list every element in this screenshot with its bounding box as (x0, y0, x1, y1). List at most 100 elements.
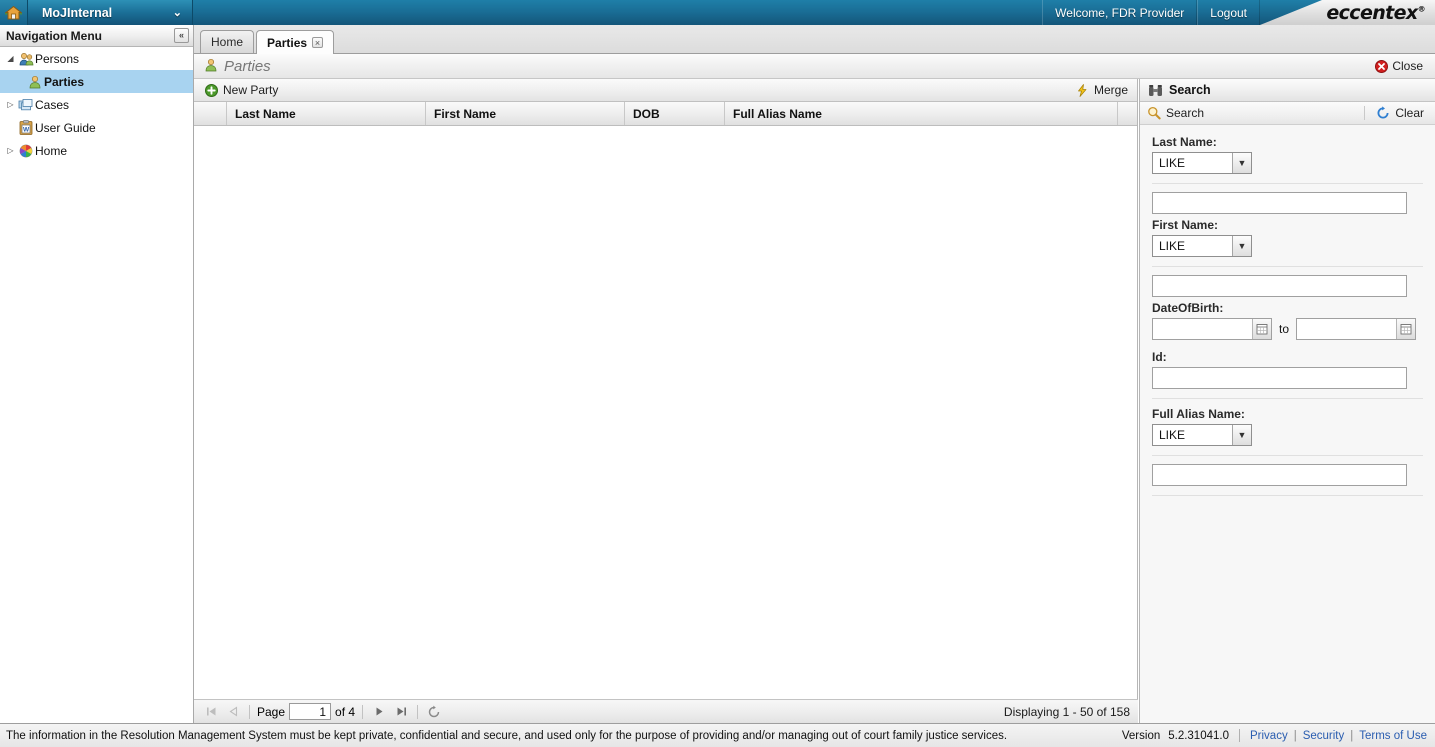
last-name-operator-select[interactable]: LIKE ▼ (1152, 152, 1252, 174)
new-party-button[interactable]: New Party (202, 83, 281, 97)
divider (1364, 106, 1366, 120)
last-page-icon (397, 707, 406, 716)
first-page-button[interactable] (202, 703, 220, 721)
close-button-label: Close (1392, 59, 1423, 73)
separator: | (1350, 729, 1354, 742)
column-header-select[interactable] (194, 102, 227, 125)
divider (1152, 495, 1423, 496)
sidebar-item-user-guide[interactable]: W User Guide (0, 116, 193, 139)
tab-label: Parties (267, 35, 308, 50)
last-name-input[interactable] (1152, 192, 1407, 214)
calendar-icon[interactable] (1396, 319, 1416, 339)
column-header-last-name[interactable]: Last Name (227, 102, 426, 125)
prev-page-icon (229, 706, 237, 717)
search-button-label: Search (1166, 106, 1205, 120)
privacy-link[interactable]: Privacy (1250, 730, 1288, 742)
tab-home[interactable]: Home (200, 30, 255, 53)
next-page-button[interactable] (370, 703, 388, 721)
column-header-full-alias-name[interactable]: Full Alias Name (725, 102, 1118, 125)
last-name-operator-value: LIKE (1159, 156, 1186, 170)
column-header-dob[interactable]: DOB (625, 102, 725, 125)
security-link[interactable]: Security (1303, 730, 1345, 742)
column-header-label: First Name (434, 106, 497, 121)
registered-mark: ® (1417, 4, 1426, 14)
expand-twisty-icon[interactable]: ▷ (4, 100, 17, 109)
sidebar-item-label: Cases (35, 97, 70, 112)
search-panel: Search Search Clear Last Name: LIKE ▼ Fi… (1139, 79, 1435, 723)
id-label: Id: (1152, 350, 1167, 364)
search-panel-title: Search (1169, 83, 1211, 97)
search-panel-header: Search (1140, 79, 1435, 102)
logout-link[interactable]: Logout (1197, 0, 1260, 25)
welcome-label: Welcome, FDR Provider (1042, 0, 1198, 25)
navigation-menu-header: Navigation Menu « (0, 25, 193, 47)
divider (249, 704, 250, 719)
calendar-icon[interactable] (1252, 319, 1271, 339)
chevron-down-icon: ▼ (1232, 425, 1251, 445)
prev-page-button[interactable] (224, 703, 242, 721)
expand-twisty-icon[interactable]: ◢ (4, 54, 17, 63)
search-form: Last Name: LIKE ▼ First Name: LIKE ▼ Dat… (1140, 125, 1435, 496)
terms-of-use-link[interactable]: Terms of Use (1359, 730, 1427, 742)
sidebar-item-cases[interactable]: ▷ Cases (0, 93, 193, 116)
last-name-label: Last Name: (1152, 135, 1217, 149)
close-button[interactable]: Close (1375, 59, 1427, 73)
refresh-icon (428, 705, 440, 717)
first-name-operator-select[interactable]: LIKE ▼ (1152, 235, 1252, 257)
refresh-button[interactable] (425, 703, 443, 721)
sidebar-item-parties[interactable]: Parties (0, 70, 193, 93)
cases-icon (17, 98, 35, 112)
id-input[interactable] (1152, 367, 1407, 389)
divider (362, 704, 364, 719)
home-button[interactable] (0, 0, 28, 25)
sidebar-item-home[interactable]: ▷ Home (0, 139, 193, 162)
parties-grid: New Party Merge Last Name First Name DOB… (194, 79, 1138, 723)
sidebar-item-label: User Guide (35, 120, 96, 135)
full-alias-name-operator-value: LIKE (1159, 428, 1186, 442)
close-icon (1375, 59, 1389, 73)
divider (1152, 398, 1423, 399)
add-icon (205, 83, 218, 97)
dob-to-field[interactable] (1296, 318, 1417, 340)
merge-label: Merge (1093, 83, 1128, 97)
date-of-birth-label: DateOfBirth: (1152, 301, 1224, 315)
column-header-first-name[interactable]: First Name (426, 102, 625, 125)
full-alias-name-operator-select[interactable]: LIKE ▼ (1152, 424, 1252, 446)
column-header-label: DOB (633, 106, 660, 121)
navigation-panel: Navigation Menu « ◢ Persons Parties ▷ Ca… (0, 25, 194, 723)
page-titlebar: Parties Close (194, 54, 1435, 79)
new-party-label: New Party (223, 83, 279, 97)
collapse-nav-button[interactable]: « (174, 28, 189, 43)
displaying-count: Displaying 1 - 50 of 158 (1003, 704, 1130, 719)
sidebar-item-label: Home (35, 143, 68, 158)
first-name-input[interactable] (1152, 275, 1407, 297)
tab-parties[interactable]: Parties × (256, 30, 335, 54)
search-toolbar: Search Clear (1140, 102, 1435, 125)
dob-from-field[interactable] (1152, 318, 1272, 340)
clear-button[interactable]: Clear (1373, 106, 1427, 120)
brand-logo: eccentex® (1260, 0, 1435, 25)
column-header-label: Last Name (235, 106, 296, 121)
date-range-to-label: to (1279, 322, 1290, 336)
grid-pagination-bar: Page of 4 Displa (194, 699, 1138, 723)
version-label: Version (1121, 729, 1161, 742)
column-header-spacer (1118, 102, 1137, 125)
svg-text:W: W (23, 127, 30, 134)
tab-label: Home (211, 35, 244, 49)
clear-button-label: Clear (1395, 106, 1424, 120)
search-button[interactable]: Search (1144, 106, 1207, 120)
expand-twisty-icon[interactable]: ▷ (4, 146, 17, 155)
merge-button[interactable]: Merge (1073, 83, 1131, 97)
sidebar-item-label: Parties (44, 74, 85, 89)
last-page-button[interactable] (392, 703, 410, 721)
divider (1239, 729, 1240, 742)
status-bar-right: Version 5.2.31041.0 Privacy | Security |… (1122, 729, 1427, 742)
divider (1152, 455, 1423, 456)
column-header-label: Full Alias Name (733, 106, 822, 121)
page-number-input[interactable] (289, 703, 332, 720)
close-icon[interactable]: × (312, 37, 324, 48)
home-color-icon (17, 144, 35, 158)
full-alias-name-input[interactable] (1152, 464, 1407, 486)
app-switcher[interactable]: MoJInternal ⌄ (28, 0, 193, 25)
sidebar-item-persons[interactable]: ◢ Persons (0, 47, 193, 70)
